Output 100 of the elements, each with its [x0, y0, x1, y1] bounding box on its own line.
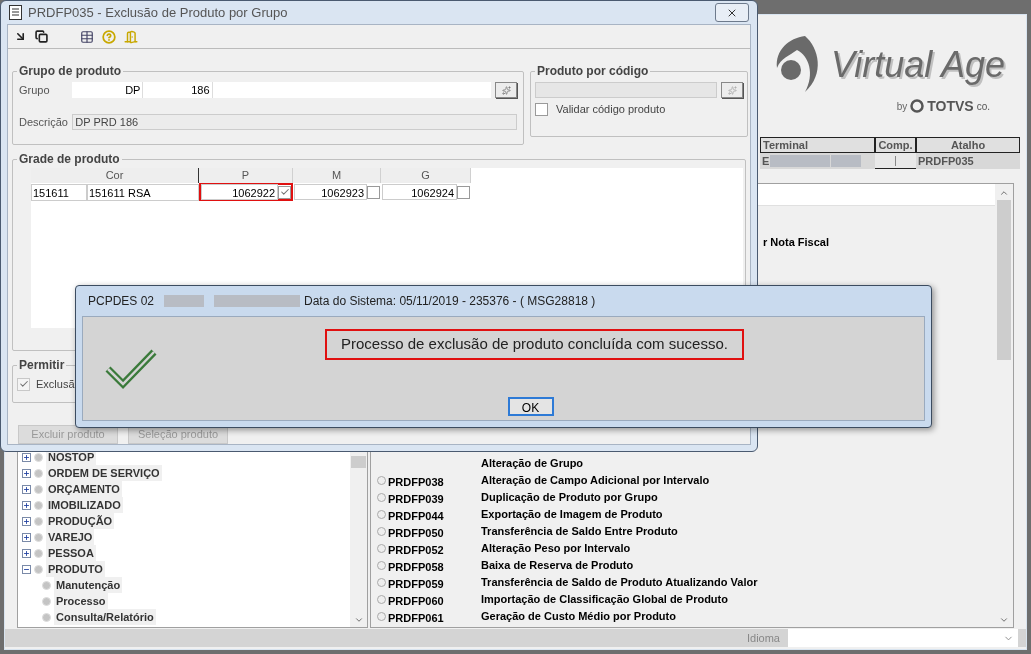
program-code[interactable]: PRDFP060 — [388, 594, 444, 607]
node-icon — [34, 484, 43, 494]
checkbox[interactable] — [457, 185, 470, 199]
program-description[interactable]: Baixa de Reserva de Produto — [481, 557, 634, 574]
program-description[interactable]: Alteração Peso por Intervalo — [481, 540, 631, 557]
expand-toggle[interactable] — [22, 452, 31, 462]
program-description[interactable]: Transferência de Saldo de Produto Atualizando Valor — [481, 574, 758, 591]
scroll-down-icon[interactable] — [999, 615, 1009, 625]
terminal-text: E — [762, 153, 770, 169]
plus-icon — [23, 517, 30, 525]
plus-icon — [23, 453, 30, 461]
company-suffix: co. — [976, 99, 990, 114]
node-icon — [34, 500, 43, 510]
program-code[interactable]: PRDFP052 — [388, 543, 444, 556]
expand-toggle[interactable] — [22, 516, 31, 526]
node-icon — [42, 580, 51, 590]
help-icon[interactable] — [102, 29, 116, 44]
checkbox[interactable] — [278, 185, 291, 199]
by-text: by — [896, 99, 908, 114]
plus-icon — [23, 533, 30, 541]
column-header: Atalho — [916, 137, 1020, 153]
table-cell: 151611 — [31, 183, 87, 201]
field-label: Grupo — [19, 82, 51, 98]
check-icon — [279, 187, 290, 197]
size-value: 1062924 — [382, 184, 457, 200]
exit-icon[interactable] — [124, 29, 138, 44]
redacted-block — [164, 295, 205, 307]
size-cell[interactable]: 1062924 — [381, 183, 471, 201]
expand-toggle[interactable] — [22, 532, 31, 542]
collapse-toggle[interactable] — [22, 564, 31, 574]
program-code[interactable]: PRDFP061 — [388, 611, 444, 624]
group-code-field[interactable]: DP — [72, 82, 144, 98]
tree-item[interactable]: PRODUTO — [46, 560, 105, 578]
program-description[interactable]: Geração de Custo Médio por Produto — [481, 608, 676, 625]
scroll-thumb[interactable] — [997, 200, 1011, 360]
plus-icon — [23, 469, 30, 477]
program-code[interactable]: PRDFP059 — [388, 577, 444, 590]
expand-toggle[interactable] — [22, 500, 31, 510]
close-button[interactable] — [715, 3, 749, 22]
program-code[interactable]: PRDFP058 — [388, 560, 444, 573]
node-icon — [34, 468, 43, 478]
checkbox-label: Exclusã — [36, 377, 75, 392]
checkbox[interactable] — [17, 377, 30, 391]
size-cell[interactable]: 1062922 — [199, 183, 293, 201]
checkbox[interactable] — [367, 185, 380, 199]
column-header: Cor — [31, 168, 199, 183]
program-description[interactable]: Alteração de Grupo — [481, 455, 584, 472]
scroll-up-icon[interactable] — [999, 188, 1009, 198]
node-icon — [42, 596, 51, 606]
checkbox-label: Validar código produto — [556, 102, 666, 117]
group-title: Produto por código — [535, 64, 651, 78]
node-icon — [34, 564, 43, 574]
expand-toggle[interactable] — [22, 484, 31, 494]
program-description[interactable]: Alteração de Campo Adicional por Intervalo — [481, 472, 710, 489]
lookup-button[interactable] — [721, 82, 743, 98]
plus-icon — [23, 485, 30, 493]
sparkle-icon — [727, 85, 737, 95]
column-header: Comp. — [875, 137, 916, 153]
description-field[interactable]: DP PRD 186 — [72, 114, 517, 130]
program-description: r Nota Fiscal — [763, 235, 831, 250]
column-header: G — [381, 168, 471, 183]
node-icon — [34, 548, 43, 558]
tree-item[interactable]: Consulta/Relatório — [54, 608, 156, 626]
column-header: P — [199, 168, 293, 183]
scroll-down-icon[interactable] — [353, 615, 364, 625]
checkbox[interactable] — [535, 102, 548, 116]
program-description[interactable]: Exportação de Imagem de Produto — [481, 506, 663, 523]
tree-item[interactable]: Manutenção — [54, 576, 123, 594]
group-title: Permitir — [17, 358, 67, 372]
group-name-field[interactable] — [212, 82, 491, 98]
column-header: M — [293, 168, 381, 183]
program-description[interactable]: Importação de Classificação Global de Produto — [481, 591, 728, 608]
scroll-thumb[interactable] — [351, 456, 366, 468]
dialog-title-info: Data do Sistema: 05/11/2019 - 235376 - ( MSG28818 ) — [304, 293, 596, 310]
company-name: TOTVS — [927, 96, 974, 116]
program-code[interactable]: PRDFP050 — [388, 526, 444, 539]
size-cell[interactable]: 1062923 — [293, 183, 381, 201]
arrow-icon[interactable] — [14, 30, 27, 43]
grid-icon[interactable] — [80, 29, 94, 44]
size-value: 1062923 — [294, 184, 367, 200]
windows-icon[interactable] — [35, 30, 48, 43]
node-icon — [42, 612, 51, 622]
table-cell: 151611 RSA — [87, 183, 199, 201]
check-icon — [18, 379, 29, 390]
column-header: Terminal — [760, 137, 875, 153]
expand-toggle[interactable] — [22, 468, 31, 478]
document-icon — [9, 5, 22, 20]
tree-item[interactable]: ORDEM DE SERVIÇO — [46, 464, 162, 482]
ok-button[interactable]: OK — [507, 397, 554, 416]
product-code-field[interactable] — [535, 82, 717, 98]
program-description[interactable]: Duplicação de Produto por Grupo — [481, 489, 658, 506]
circle-logo-icon — [910, 99, 925, 113]
node-icon — [34, 516, 43, 526]
group-number-field[interactable]: 186 — [143, 82, 213, 98]
program-code[interactable]: PRDFP039 — [388, 492, 444, 505]
program-description[interactable]: Transferência de Saldo Entre Produto — [481, 523, 678, 540]
lookup-button[interactable] — [495, 82, 517, 98]
program-code[interactable]: PRDFP038 — [388, 475, 444, 488]
program-code[interactable]: PRDFP044 — [388, 509, 444, 522]
expand-toggle[interactable] — [22, 548, 31, 558]
